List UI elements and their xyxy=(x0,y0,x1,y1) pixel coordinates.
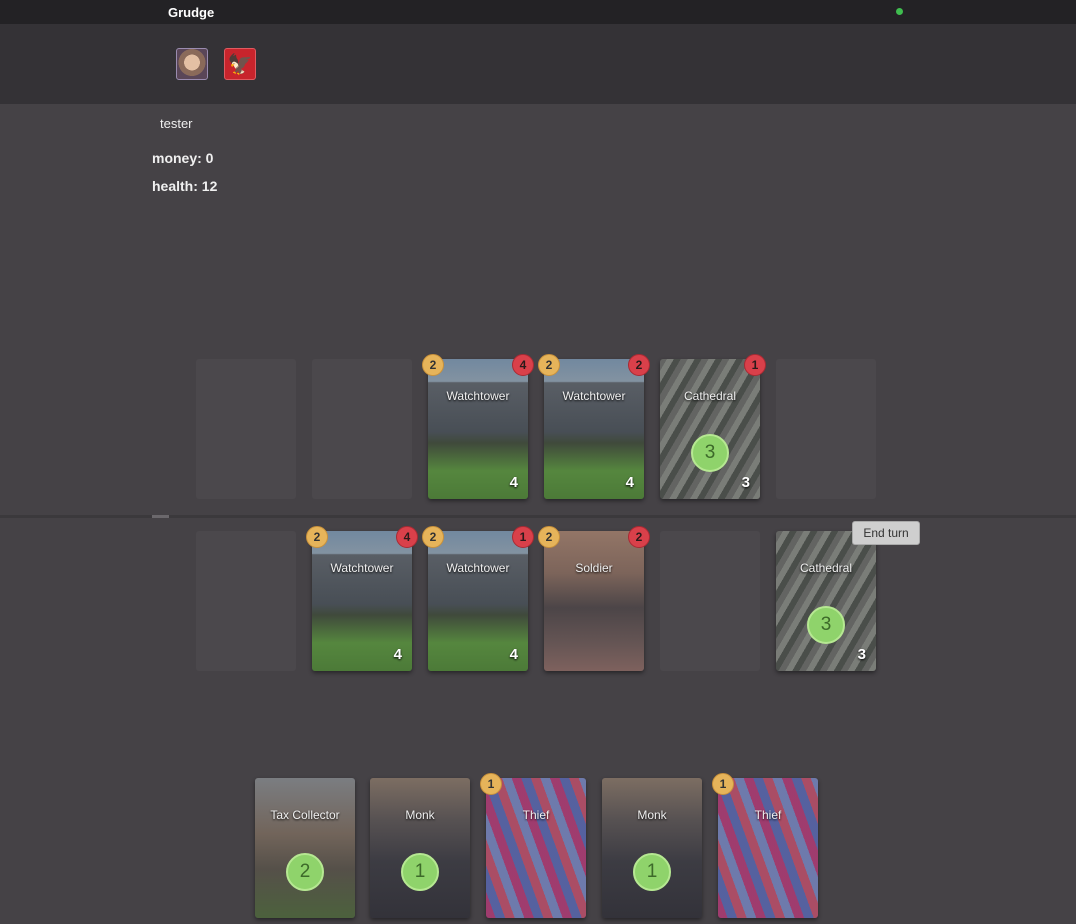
card-name: Watchtower xyxy=(562,389,626,403)
card-name: Monk xyxy=(637,808,667,822)
cost-badge: 1 xyxy=(480,773,502,795)
card-health: 4 xyxy=(509,646,518,663)
player-card-watchtower[interactable]: Watchtower 2 4 4 xyxy=(306,526,418,671)
top-bar: 🦅 xyxy=(0,24,1076,104)
player-empty-slot[interactable] xyxy=(660,531,760,671)
card-name: Tax Collector xyxy=(270,808,340,822)
opponent-empty-slot[interactable] xyxy=(312,359,412,499)
attack-badge: 4 xyxy=(396,526,418,548)
attack-badge: 1 xyxy=(512,526,534,548)
hand-card-tax-collector[interactable]: Tax Collector 2 xyxy=(255,778,355,918)
user-avatar-icon[interactable] xyxy=(176,48,208,80)
opponent-card-cathedral[interactable]: Cathedral 1 3 3 xyxy=(660,354,766,499)
online-status-icon xyxy=(896,8,903,15)
player-empty-slot[interactable] xyxy=(196,531,296,671)
cost-badge: 2 xyxy=(422,354,444,376)
divider-handle[interactable] xyxy=(152,515,169,518)
hand-card-monk[interactable]: Monk 1 xyxy=(370,778,470,918)
eagle-emblem-icon[interactable]: 🦅 xyxy=(224,48,256,80)
player-card-cathedral[interactable]: Cathedral 3 3 xyxy=(776,531,876,671)
card-health: 3 xyxy=(857,646,866,663)
card-name: Watchtower xyxy=(446,389,510,403)
card-name: Thief xyxy=(522,808,550,822)
player-name: tester xyxy=(160,116,193,131)
hand-card-thief[interactable]: Thief 1 xyxy=(712,773,818,918)
money-stat: money: 0 xyxy=(152,150,214,166)
card-health: 4 xyxy=(509,474,518,491)
card-health: 4 xyxy=(393,646,402,663)
card-name: Soldier xyxy=(575,561,613,575)
card-art xyxy=(255,778,355,918)
attack-badge: 4 xyxy=(512,354,534,376)
card-name: Thief xyxy=(754,808,782,822)
cost-badge: 2 xyxy=(306,526,328,548)
card-name: Cathedral xyxy=(683,389,737,403)
cost-badge: 2 xyxy=(422,526,444,548)
card-value-badge: 1 xyxy=(401,853,439,891)
card-value-badge: 3 xyxy=(807,606,845,644)
card-value-badge: 1 xyxy=(633,853,671,891)
hand-card-thief[interactable]: Thief 1 xyxy=(480,773,586,918)
health-stat: health: 12 xyxy=(152,178,218,194)
card-art xyxy=(602,778,702,918)
card-health: 3 xyxy=(741,474,750,491)
card-value-badge: 2 xyxy=(286,853,324,891)
attack-badge: 2 xyxy=(628,354,650,376)
app-title: Grudge xyxy=(168,5,215,20)
title-bar: Grudge xyxy=(0,0,1076,24)
cost-badge: 1 xyxy=(712,773,734,795)
card-name: Monk xyxy=(405,808,435,822)
card-art xyxy=(544,531,644,671)
attack-badge: 2 xyxy=(628,526,650,548)
card-art xyxy=(486,778,586,918)
opponent-empty-slot[interactable] xyxy=(776,359,876,499)
opponent-card-watchtower[interactable]: Watchtower 2 4 4 xyxy=(422,354,534,499)
opponent-empty-slot[interactable] xyxy=(196,359,296,499)
player-card-soldier[interactable]: Soldier 2 2 xyxy=(538,526,650,671)
card-name: Watchtower xyxy=(330,561,394,575)
card-art xyxy=(370,778,470,918)
end-turn-button[interactable]: End turn xyxy=(852,521,920,545)
opponent-card-watchtower[interactable]: Watchtower 2 2 4 xyxy=(538,354,650,499)
cost-badge: 2 xyxy=(538,354,560,376)
cost-badge: 2 xyxy=(538,526,560,548)
card-name: Watchtower xyxy=(446,561,510,575)
card-value-badge: 3 xyxy=(691,434,729,472)
player-card-watchtower[interactable]: Watchtower 2 1 4 xyxy=(422,526,534,671)
card-name: Cathedral xyxy=(799,561,853,575)
attack-badge: 1 xyxy=(744,354,766,376)
card-health: 4 xyxy=(625,474,634,491)
hand-card-monk[interactable]: Monk 1 xyxy=(602,778,702,918)
card-art xyxy=(718,778,818,918)
